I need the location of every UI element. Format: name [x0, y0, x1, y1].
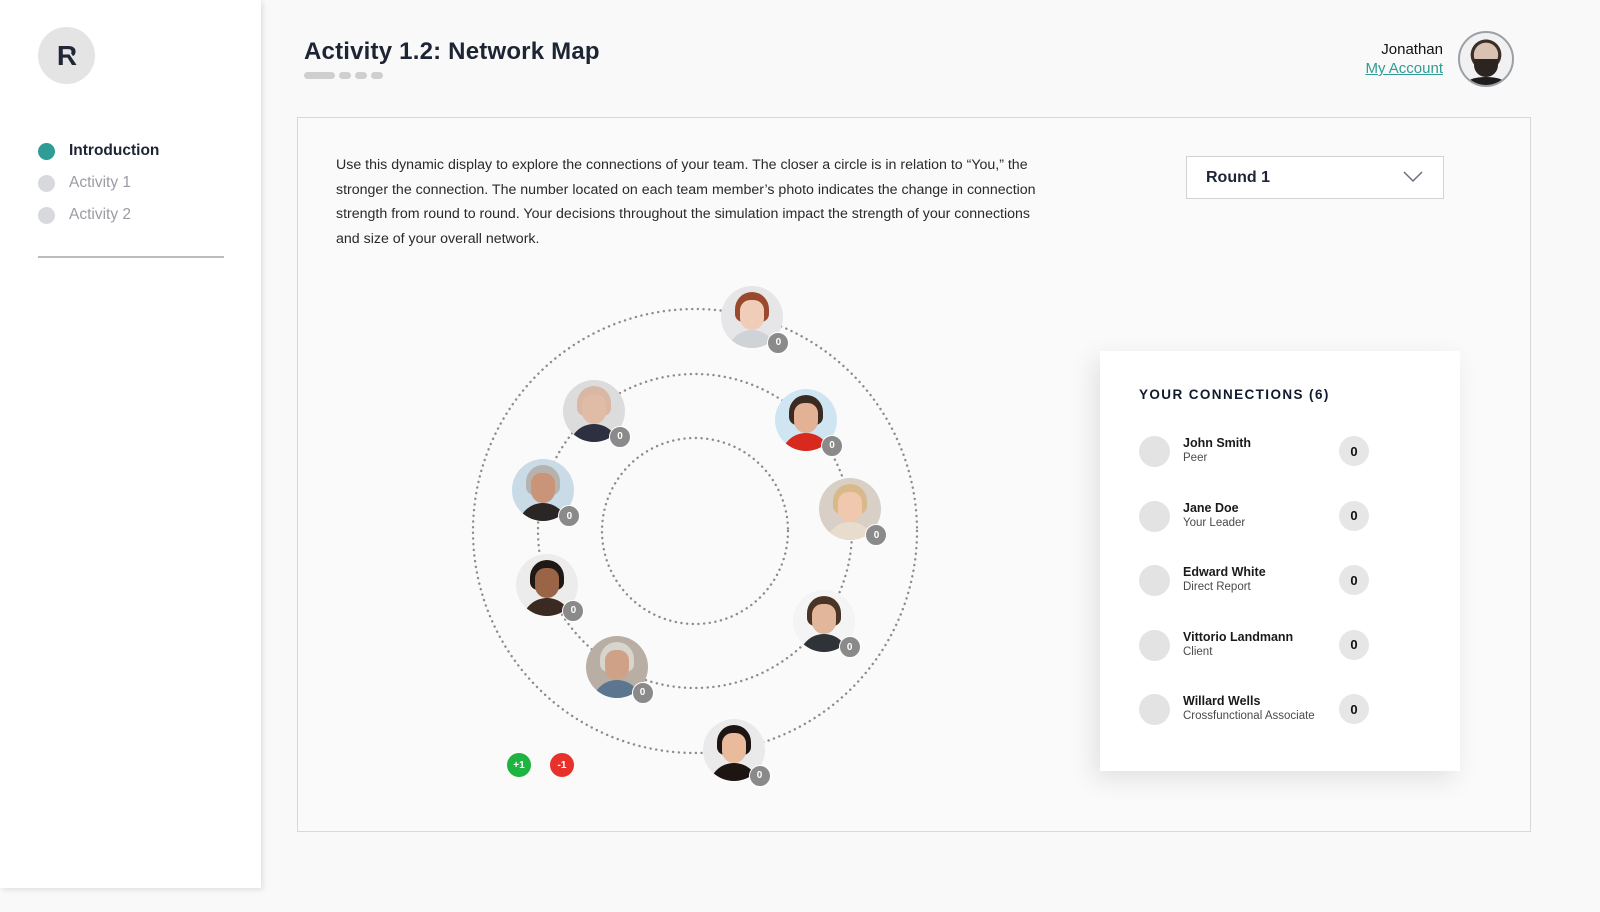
connection-avatar	[1139, 629, 1170, 661]
round-dropdown[interactable]: Round 1	[1186, 156, 1444, 199]
connection-role: Direct Report	[1183, 581, 1251, 593]
team-member-node[interactable]: 0	[721, 285, 790, 354]
connection-avatar	[1139, 694, 1170, 725]
page-title: Activity 1.2: Network Map	[304, 38, 600, 65]
connection-score: 0	[1339, 436, 1369, 466]
sidebar: R Introduction Activity 1 Activity 2	[0, 0, 261, 888]
intro-text: Use this dynamic display to explore the …	[336, 157, 1036, 247]
connection-change-badge: 0	[838, 636, 861, 659]
team-member-node[interactable]: 0	[819, 478, 888, 547]
connection-change-badge: 0	[748, 764, 771, 787]
team-member-node[interactable]: 0	[563, 379, 632, 448]
connection-name: Edward White	[1183, 565, 1266, 579]
connection-role: Peer	[1183, 452, 1208, 464]
connection-score: 0	[1339, 565, 1369, 595]
connection-row[interactable]: Edward White Direct Report 0	[1139, 565, 1379, 597]
connection-score: 0	[1339, 694, 1369, 724]
connection-avatar	[1139, 500, 1170, 532]
logo[interactable]: R	[38, 27, 95, 84]
connection-change-badge: 0	[865, 524, 888, 547]
connection-row[interactable]: Jane Doe Your Leader 0	[1139, 500, 1379, 533]
connection-role: Your Leader	[1183, 516, 1246, 529]
nav-item-activity-1[interactable]: Activity 1	[38, 167, 159, 199]
connection-change-badge: 0	[562, 599, 585, 622]
connection-change-badge: 0	[631, 681, 654, 704]
connection-change-badge: 0	[558, 505, 581, 528]
connection-row[interactable]: Vittorio Landmann Client 0	[1139, 629, 1379, 662]
nav-status-dot-icon	[38, 206, 55, 224]
team-member-node[interactable]: 0	[702, 718, 771, 787]
connection-name: Willard Wells	[1183, 694, 1261, 708]
connections-card: YOUR CONNECTIONS (6) John Smith Peer 0 Jane…	[1100, 351, 1460, 771]
connection-name: Jane Doe	[1183, 500, 1239, 515]
user-avatar[interactable]	[1458, 31, 1514, 87]
connection-name: John Smith	[1183, 436, 1252, 450]
connections-title: YOUR CONNECTIONS (6)	[1139, 387, 1330, 402]
round-dropdown-value: Round 1	[1206, 168, 1270, 186]
progress-step	[339, 72, 351, 79]
progress-step	[371, 72, 383, 79]
legend-negative-chip: -1	[550, 753, 574, 777]
my-account-link[interactable]: My Account	[1365, 60, 1443, 77]
nav-item-activity-2[interactable]: Activity 2	[38, 199, 159, 231]
activity-nav: Introduction Activity 1 Activity 2	[38, 135, 159, 231]
connection-change-badge: 0	[767, 331, 790, 354]
connection-name: Vittorio Landmann	[1183, 629, 1294, 644]
chevron-down-icon	[1403, 171, 1423, 183]
account-name: Jonathan	[1381, 41, 1443, 58]
team-member-node[interactable]: 0	[516, 553, 585, 622]
connection-avatar	[1139, 565, 1170, 596]
team-member-node[interactable]: 0	[585, 635, 654, 704]
step-progress	[304, 72, 383, 79]
nav-item-introduction[interactable]: Introduction	[38, 135, 159, 167]
connection-score: 0	[1339, 629, 1369, 660]
team-member-node[interactable]: 0	[512, 459, 581, 528]
team-member-node[interactable]: 0	[775, 388, 844, 457]
network-map-panel: Use this dynamic display to explore the …	[297, 117, 1531, 832]
legend-positive-chip: +1	[507, 753, 531, 777]
nav-status-dot-icon	[38, 174, 55, 192]
nav-label: Activity 1	[69, 174, 132, 191]
connection-row[interactable]: John Smith Peer 0	[1139, 436, 1379, 468]
account-block: Jonathan My Account	[1365, 41, 1443, 77]
connection-score: 0	[1339, 500, 1369, 531]
sidebar-divider	[38, 256, 224, 258]
progress-step	[304, 72, 335, 79]
connection-row[interactable]: Willard Wells Crossfunctional Associate 0	[1139, 694, 1379, 726]
connection-change-badge: 0	[821, 434, 844, 457]
network-ring-1	[600, 436, 790, 626]
team-member-node[interactable]: 0	[792, 590, 861, 659]
connection-avatar	[1139, 436, 1170, 467]
progress-step	[355, 72, 367, 79]
connection-role: Crossfunctional Associate	[1183, 710, 1315, 722]
logo-letter: R	[56, 39, 77, 71]
connection-role: Client	[1183, 645, 1213, 658]
nav-status-dot-icon	[38, 142, 55, 160]
connection-change-badge: 0	[609, 425, 632, 448]
nav-label: Introduction	[69, 142, 160, 159]
nav-label: Activity 2	[69, 206, 132, 223]
